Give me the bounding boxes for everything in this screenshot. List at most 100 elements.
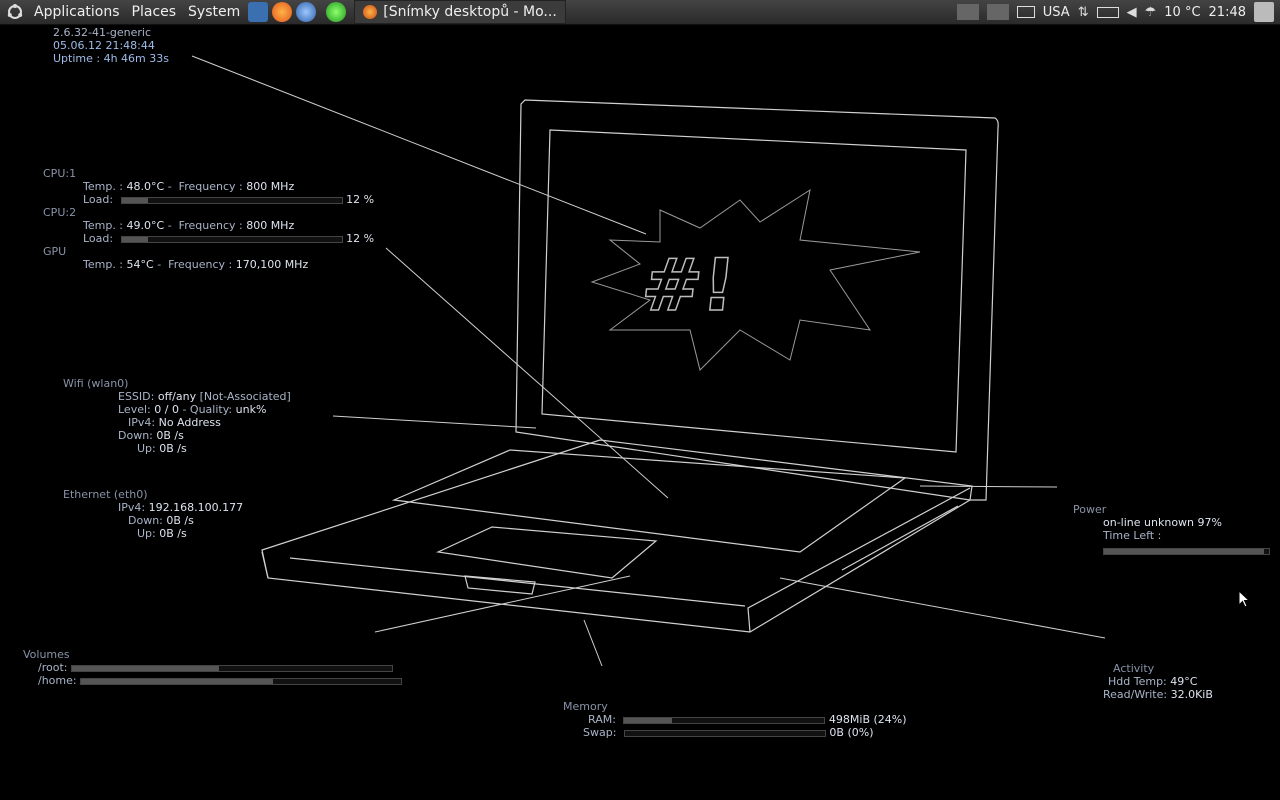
wifi-down-label: Down: xyxy=(118,429,153,442)
swap-label: Swap: xyxy=(583,726,617,739)
wifi-panel: Wifi (wlan0) ESSID: off/any [Not-Associa… xyxy=(63,377,291,455)
system-tray: USA ⇅ ◀ ☂ 10 °C 21:48 xyxy=(956,0,1280,24)
power-time-left-label: Time Left : xyxy=(1103,529,1162,542)
cpu2-header: CPU:2 xyxy=(43,206,77,219)
cpu2-load-label: Load: xyxy=(83,232,114,245)
user-avatar[interactable] xyxy=(1254,2,1274,22)
power-level-bar xyxy=(1103,547,1270,555)
wifi-essid-extra: [Not-Associated] xyxy=(199,390,291,403)
memory-header: Memory xyxy=(563,700,608,713)
ethernet-header: Ethernet (eth0) xyxy=(63,488,148,501)
wifi-up: 0B /s xyxy=(159,442,187,455)
cpu1-load-text: 12 % xyxy=(346,193,375,206)
firefox-icon[interactable] xyxy=(272,2,293,22)
cpu1-temp-label: Temp. : xyxy=(83,180,124,193)
gpu-header: GPU xyxy=(43,245,67,258)
wifi-up-label: Up: xyxy=(137,442,156,455)
cpu1-freq-label: Frequency : xyxy=(178,180,243,193)
cpu2-freq: 800 MHz xyxy=(246,219,295,232)
wifi-header: Wifi (wlan0) xyxy=(63,377,129,390)
menu-places[interactable]: Places xyxy=(126,4,183,20)
wifi-essid: off/any xyxy=(157,390,197,403)
volumes-header: Volumes xyxy=(23,648,70,661)
volumes-panel: Volumes /root: /home: xyxy=(23,648,403,687)
mouse-cursor-icon xyxy=(1238,590,1250,608)
clock[interactable]: 21:48 xyxy=(1209,5,1246,20)
hdd-temp: 49°C xyxy=(1170,675,1198,688)
top-panel: Applications Places System [Snímky deskt… xyxy=(0,0,1280,25)
cpu1-load-bar xyxy=(120,196,343,204)
battery-icon[interactable] xyxy=(1096,6,1119,18)
memory-panel: Memory RAM: 498MiB (24%) Swap: 0B (0%) xyxy=(563,700,907,739)
volume-root-label: /root: xyxy=(38,661,68,674)
gpu-freq: 170,100 MHz xyxy=(235,258,309,271)
volume-home-bar xyxy=(80,677,403,685)
kernel-version: 2.6.32-41-generic xyxy=(53,26,152,39)
uptime: Uptime : 4h 46m 33s xyxy=(53,52,169,65)
power-status: on-line xyxy=(1103,516,1141,529)
cpu2-temp-label: Temp. : xyxy=(83,219,124,232)
wifi-quality-label: - Quality: xyxy=(182,403,233,416)
eth-down-label: Down: xyxy=(128,514,163,527)
volume-root-bar xyxy=(70,664,393,672)
wifi-level-label: Level: xyxy=(118,403,151,416)
wifi-level: 0 / 0 xyxy=(154,403,179,416)
cpu-gpu-panel: CPU:1 Temp. : 48.0°C - Frequency : 800 M… xyxy=(43,167,375,271)
cpu2-freq-label: Frequency : xyxy=(178,219,243,232)
starburst-logo xyxy=(590,188,921,371)
ram-bar xyxy=(623,716,826,724)
taskbar-window-title: [Snímky desktopů - Mo... xyxy=(383,4,557,20)
activity-panel: Activity Hdd Temp: 49°C Read/Write: 32.0… xyxy=(1103,662,1213,701)
eth-ipv4-label: IPv4: xyxy=(118,501,146,514)
datetime: 05.06.12 21:48:44 xyxy=(53,39,155,52)
menu-applications[interactable]: Applications xyxy=(28,4,126,20)
taskbar-window-button[interactable]: [Snímky desktopů - Mo... xyxy=(354,0,566,24)
weather-icon[interactable]: ☂ xyxy=(1145,5,1157,20)
volume-icon[interactable]: ◀ xyxy=(1127,5,1137,20)
wifi-ipv4: No Address xyxy=(158,416,221,429)
weather-temp[interactable]: 10 °C xyxy=(1164,5,1200,20)
cpu-monitor-icon[interactable] xyxy=(956,4,979,20)
cpu1-temp: 48.0°C xyxy=(126,180,165,193)
ram-label: RAM: xyxy=(588,713,616,726)
cpu1-load-label: Load: xyxy=(83,193,114,206)
ubuntu-logo-icon[interactable] xyxy=(6,3,24,21)
eth-ipv4: 192.168.100.177 xyxy=(148,501,244,514)
cpu1-header: CPU:1 xyxy=(43,167,77,180)
wifi-quality: unk% xyxy=(235,403,267,416)
cpu-monitor-icon-2[interactable] xyxy=(986,4,1009,20)
keyboard-layout[interactable]: USA xyxy=(1043,5,1070,20)
gpu-freq-label: Frequency : xyxy=(168,258,233,271)
swap-bar xyxy=(623,729,826,737)
cpu2-load-bar xyxy=(120,235,343,243)
read-write-label: Read/Write: xyxy=(1103,688,1168,701)
virtualbox-icon[interactable] xyxy=(248,2,269,22)
volume-home-label: /home: xyxy=(38,674,77,687)
power-header: Power xyxy=(1073,503,1107,516)
eth-up: 0B /s xyxy=(159,527,187,540)
cpu2-load-text: 12 % xyxy=(346,232,375,245)
screen-logo-text: #! xyxy=(638,244,740,328)
wifi-down: 0B /s xyxy=(156,429,184,442)
gpu-temp-label: Temp. : xyxy=(83,258,124,271)
hdd-temp-label: Hdd Temp: xyxy=(1108,675,1167,688)
eth-down: 0B /s xyxy=(166,514,194,527)
menu-system[interactable]: System xyxy=(182,4,246,20)
mail-icon[interactable] xyxy=(1016,6,1035,18)
gpu-temp: 54°C xyxy=(126,258,154,271)
ethernet-panel: Ethernet (eth0) IPv4: 192.168.100.177 Do… xyxy=(63,488,243,540)
activity-header: Activity xyxy=(1113,662,1155,675)
ram-value: 498MiB (24%) xyxy=(828,713,907,726)
read-write-value: 32.0KiB xyxy=(1170,688,1213,701)
wifi-ipv4-label: IPv4: xyxy=(128,416,156,429)
firefox-small-icon xyxy=(363,5,378,19)
eth-up-label: Up: xyxy=(137,527,156,540)
green-app-icon[interactable] xyxy=(326,2,347,22)
thunderbird-icon[interactable] xyxy=(296,2,317,22)
network-icon[interactable]: ⇅ xyxy=(1078,5,1089,20)
wifi-essid-label: ESSID: xyxy=(118,390,155,403)
cpu1-freq: 800 MHz xyxy=(246,180,295,193)
system-info: 2.6.32-41-generic 05.06.12 21:48:44 Upti… xyxy=(53,26,169,65)
power-panel: Power on-line unknown 97% Time Left : xyxy=(1073,503,1270,557)
power-detail: unknown 97% xyxy=(1144,516,1222,529)
